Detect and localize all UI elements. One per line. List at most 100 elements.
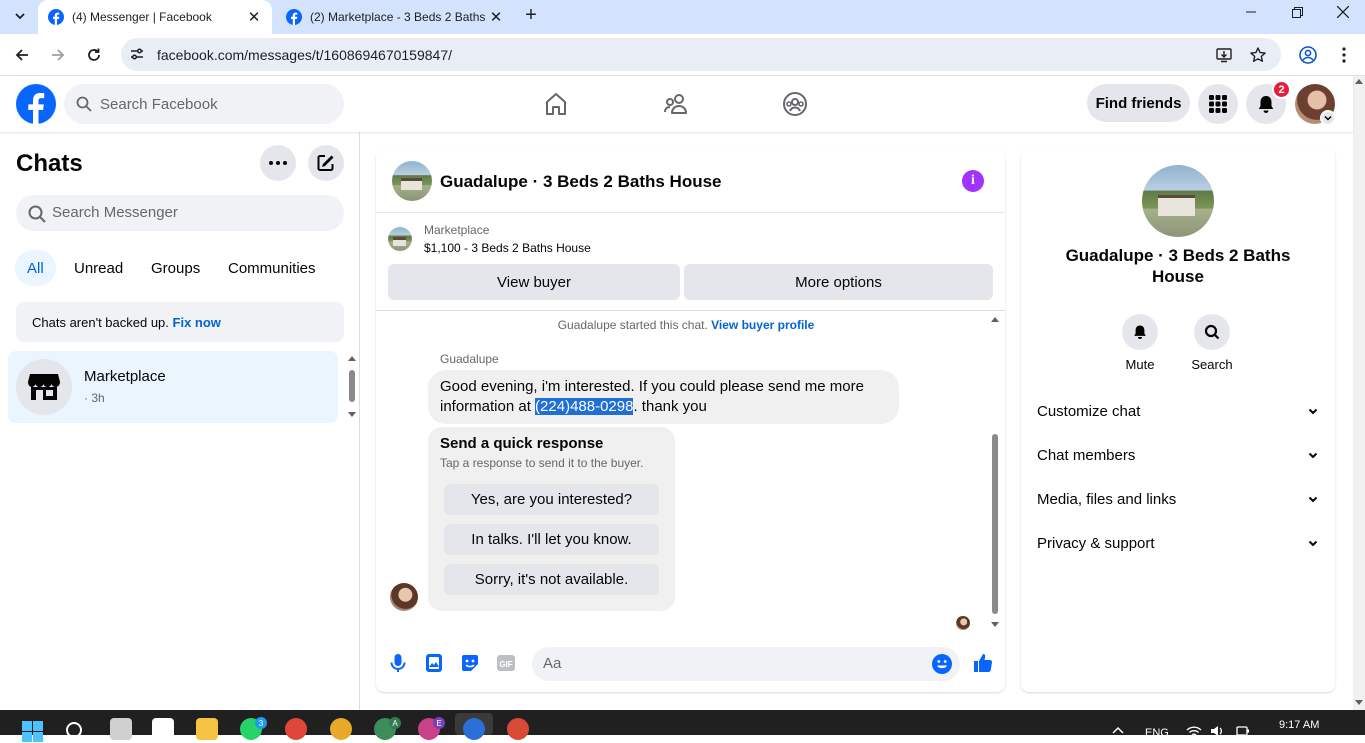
search-in-chat-button[interactable] — [1194, 314, 1230, 350]
site-settings-icon[interactable] — [129, 46, 145, 62]
back-button[interactable] — [8, 41, 36, 69]
facebook-search[interactable]: Search Facebook — [64, 84, 344, 124]
facebook-logo-icon[interactable] — [16, 84, 56, 124]
section-customize-chat[interactable]: Customize chat — [1037, 400, 1319, 422]
more-horizontal-icon — [269, 161, 287, 165]
chevron-down-icon — [1308, 540, 1318, 547]
file-explorer-icon[interactable] — [196, 718, 218, 740]
messenger-search[interactable]: Search Messenger — [16, 195, 344, 231]
windows-taskbar: 3 A E ENG 9:17 AM — [0, 710, 1365, 742]
windows-start-icon[interactable] — [22, 721, 44, 743]
chrome-icon[interactable] — [330, 718, 352, 740]
chrome-profile-icon[interactable] — [285, 718, 307, 740]
message-bubble[interactable]: Good evening, i'm interested. If you cou… — [428, 370, 899, 424]
chevron-up-icon[interactable] — [1112, 726, 1124, 734]
nav-groups[interactable] — [779, 88, 811, 120]
find-friends-button[interactable]: Find friends — [1087, 84, 1190, 122]
photo-icon[interactable] — [423, 652, 445, 674]
tab-marketplace[interactable]: (2) Marketplace - 3 Beds 2 Baths ✕ — [276, 0, 514, 34]
tab-messenger[interactable]: (4) Messenger | Facebook ✕ — [38, 0, 272, 34]
sender-avatar[interactable] — [390, 583, 418, 611]
tab-search-button[interactable] — [6, 3, 34, 29]
chat-details-panel: Guadalupe · 3 Beds 2 Baths House Mute Se… — [1021, 149, 1335, 692]
grid-menu-icon — [1209, 95, 1227, 113]
url-text[interactable]: facebook.com/messages/t/1608694670159847… — [157, 47, 452, 63]
restore-button[interactable] — [1274, 0, 1320, 24]
mail-app-icon[interactable] — [152, 718, 174, 740]
section-media-files-links[interactable]: Media, files and links — [1037, 488, 1319, 510]
clock-time[interactable]: 9:17 AM — [1279, 719, 1319, 731]
chats-options-button[interactable] — [260, 145, 296, 181]
chrome-profile-user-icon[interactable] — [507, 718, 529, 740]
microphone-icon[interactable] — [387, 652, 409, 674]
page-scrollbar[interactable] — [1353, 76, 1365, 710]
install-app-icon[interactable] — [1215, 46, 1233, 64]
chrome-active-icon[interactable] — [463, 718, 485, 740]
chat-list-scrollbar[interactable] — [346, 354, 358, 424]
menu-button[interactable] — [1198, 84, 1238, 124]
filter-groups[interactable]: Groups — [139, 250, 212, 286]
close-window-button[interactable] — [1320, 0, 1365, 24]
close-tab-icon[interactable]: ✕ — [246, 9, 262, 26]
conversation-scrollbar[interactable] — [988, 313, 1002, 631]
mute-button[interactable] — [1122, 314, 1158, 350]
listing-thumbnail[interactable] — [392, 161, 432, 201]
listing-photo[interactable] — [1142, 165, 1214, 237]
minimize-button[interactable] — [1228, 0, 1274, 24]
compose-icon — [317, 155, 334, 171]
forward-button[interactable] — [44, 41, 72, 69]
sticker-icon[interactable] — [459, 652, 481, 674]
profile-button[interactable] — [1294, 41, 1322, 69]
filter-communities[interactable]: Communities — [216, 250, 328, 286]
emoji-icon[interactable] — [932, 654, 952, 674]
reload-icon — [88, 48, 100, 61]
gif-icon[interactable]: GIF — [495, 652, 517, 674]
marketplace-label: Marketplace — [424, 223, 490, 237]
view-buyer-profile-link[interactable]: View buyer profile — [711, 318, 814, 332]
reload-button[interactable] — [80, 41, 108, 69]
search-icon — [1204, 324, 1220, 340]
new-tab-button[interactable]: + — [520, 5, 542, 27]
chevron-down-icon — [1308, 496, 1318, 503]
language-indicator[interactable]: ENG — [1145, 727, 1169, 739]
address-bar[interactable]: facebook.com/messages/t/1608694670159847… — [121, 38, 1281, 71]
thumbs-up-icon[interactable] — [972, 652, 994, 674]
marketplace-avatar — [16, 359, 72, 415]
fix-now-link[interactable]: Fix now — [173, 315, 221, 330]
mute-action[interactable]: Mute — [1110, 314, 1170, 372]
browser-toolbar: facebook.com/messages/t/1608694670159847… — [0, 34, 1365, 76]
view-buyer-button[interactable]: View buyer — [388, 264, 680, 300]
account-caret[interactable] — [1320, 110, 1336, 126]
listing-price[interactable]: $1,100 - 3 Beds 2 Baths House — [424, 241, 591, 255]
conversation-title[interactable]: Guadalupe · 3 Beds 2 Baths House — [440, 172, 722, 192]
filter-all[interactable]: All — [15, 250, 56, 286]
message-input[interactable]: Aa — [532, 647, 960, 681]
mute-label: Mute — [1125, 357, 1155, 372]
section-chat-members[interactable]: Chat members — [1037, 444, 1319, 466]
browser-menu-button[interactable] — [1330, 41, 1358, 69]
search-action[interactable]: Search — [1182, 314, 1242, 372]
quick-response-option[interactable]: In talks. I'll let you know. — [444, 524, 659, 555]
selected-phone-number[interactable]: (224)488-0298 — [535, 398, 634, 415]
battery-icon[interactable] — [1236, 725, 1250, 737]
new-message-button[interactable] — [308, 145, 344, 181]
nav-home[interactable] — [540, 88, 572, 120]
section-privacy-support[interactable]: Privacy & support — [1037, 532, 1319, 554]
backup-notice: Chats aren't backed up. Fix now — [16, 302, 344, 342]
volume-icon[interactable] — [1210, 725, 1224, 737]
bookmark-star-icon[interactable] — [1249, 46, 1267, 64]
wifi-icon[interactable] — [1186, 725, 1202, 737]
chat-item-marketplace[interactable]: Marketplace · 3h — [8, 351, 338, 423]
search-icon[interactable] — [65, 721, 85, 741]
info-icon[interactable]: i — [962, 170, 984, 192]
filter-unread[interactable]: Unread — [62, 250, 135, 286]
groups-icon — [783, 92, 807, 116]
quick-response-option[interactable]: Yes, are you interested? — [444, 484, 659, 515]
task-view-icon[interactable] — [110, 718, 132, 740]
quick-response-option[interactable]: Sorry, it's not available. — [444, 564, 659, 595]
nav-friends[interactable] — [660, 88, 692, 120]
more-options-button[interactable]: More options — [684, 264, 993, 300]
chevron-down-icon — [1308, 452, 1318, 459]
profile-a-badge: A — [389, 717, 401, 729]
close-tab-icon[interactable]: ✕ — [488, 9, 504, 26]
